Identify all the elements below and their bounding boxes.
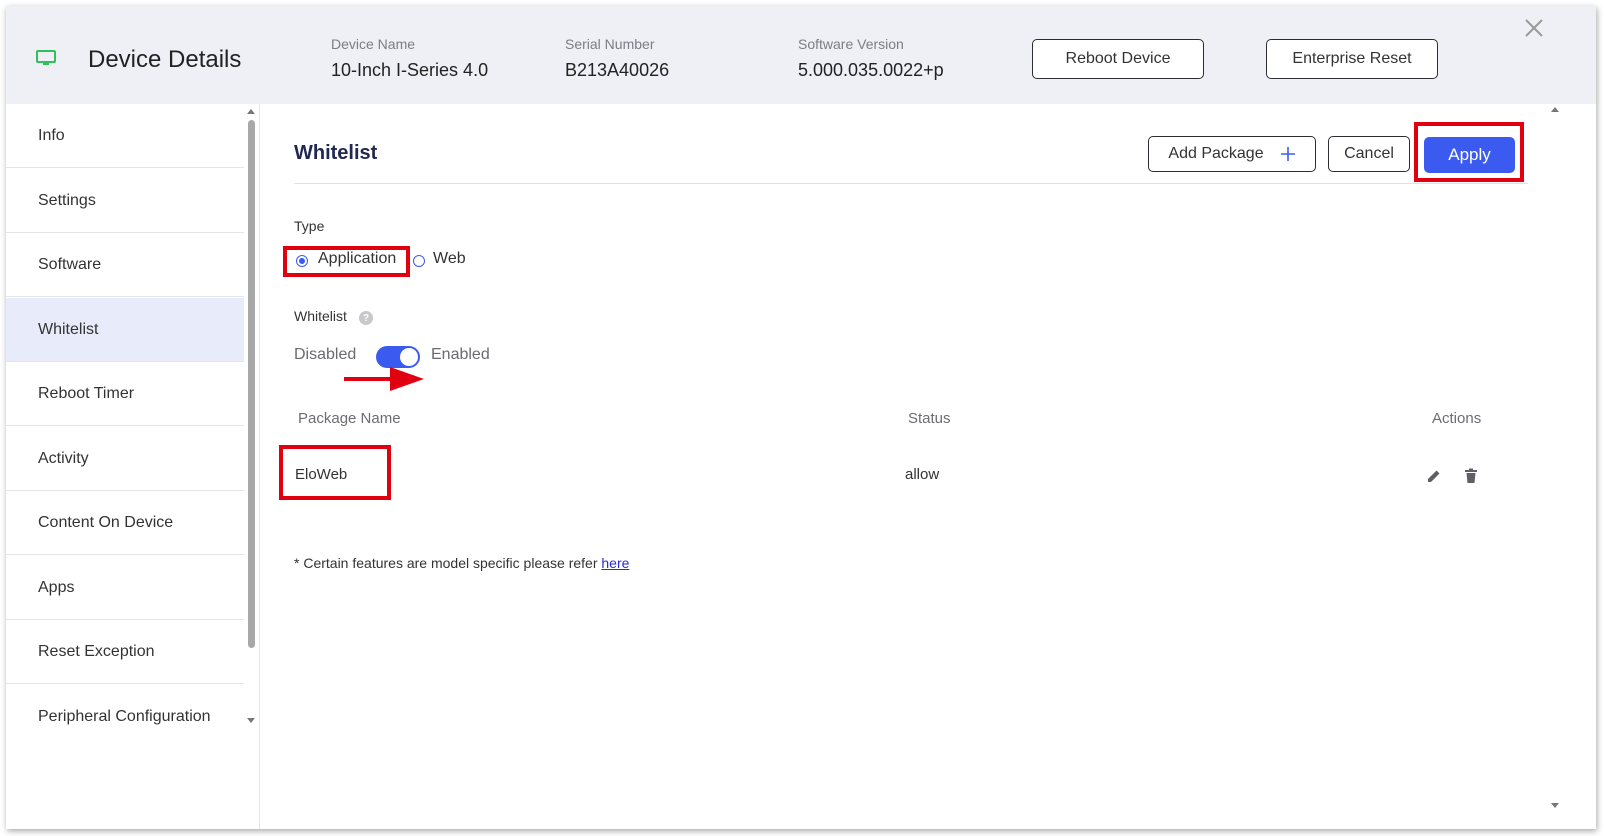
toggle-disabled-label: Disabled [294, 346, 357, 363]
software-version-label: Software Version [798, 36, 904, 52]
red-arrow-annotation-icon [344, 367, 424, 391]
highlight-box-package [279, 445, 391, 500]
section-title: Whitelist [294, 142, 378, 164]
toggle-enabled-label: Enabled [431, 346, 490, 363]
title-divider [294, 183, 1528, 184]
column-header-package-name: Package Name [298, 410, 401, 427]
device-details-dialog: Device Details Device Name 10-Inch I-Ser… [6, 6, 1596, 829]
trash-icon[interactable] [1464, 468, 1478, 484]
software-version-value: 5.000.035.0022+p [798, 60, 944, 80]
here-link[interactable]: here [601, 555, 629, 571]
main-scroll-down-arrow-icon[interactable] [1551, 803, 1559, 808]
device-name-value: 10-Inch I-Series 4.0 [331, 60, 489, 80]
sidebar-item-reset-exception[interactable]: Reset Exception [6, 620, 244, 684]
add-package-button[interactable]: Add Package [1148, 136, 1316, 172]
sidebar-item-info[interactable]: Info [6, 104, 244, 168]
reboot-device-button[interactable]: Reboot Device [1032, 39, 1204, 79]
help-icon[interactable]: ? [359, 311, 373, 325]
sidebar-item-apps[interactable]: Apps [6, 556, 244, 620]
device-name-label: Device Name [331, 36, 416, 52]
scroll-down-arrow-icon[interactable] [247, 718, 255, 723]
dialog-title: Device Details [88, 46, 242, 73]
radio-web[interactable] [413, 255, 425, 267]
sidebar-item-settings[interactable]: Settings [6, 169, 244, 233]
type-label: Type [294, 218, 325, 234]
sidebar-item-whitelist[interactable]: Whitelist [6, 298, 244, 362]
sidebar-item-activity[interactable]: Activity [6, 427, 244, 491]
model-note: * Certain features are model specific pl… [294, 555, 629, 571]
monitor-icon [36, 50, 56, 65]
enterprise-reset-button[interactable]: Enterprise Reset [1266, 39, 1438, 79]
sidebar-item-reboot-timer[interactable]: Reboot Timer [6, 362, 244, 426]
main-scroll-up-arrow-icon[interactable] [1551, 107, 1559, 112]
serial-number-block: Serial Number B213A40026 [565, 36, 669, 81]
sidebar-nav: Info Settings Software Whitelist Reboot … [6, 104, 244, 829]
whitelist-label: Whitelist [294, 308, 347, 324]
sidebar-item-peripheral-configuration[interactable]: Peripheral Configuration [6, 685, 244, 749]
highlight-box-apply [1414, 122, 1524, 182]
serial-number-label: Serial Number [565, 36, 655, 52]
radio-web-label[interactable]: Web [433, 250, 466, 268]
software-version-block: Software Version 5.000.035.0022+p [798, 36, 944, 81]
plus-icon [1280, 147, 1295, 161]
pencil-icon[interactable] [1426, 468, 1442, 484]
serial-number-value: B213A40026 [565, 60, 670, 80]
device-name-block: Device Name 10-Inch I-Series 4.0 [331, 36, 488, 81]
add-package-label: Add Package [1168, 145, 1264, 162]
sidebar-item-software[interactable]: Software [6, 233, 244, 297]
dialog-header: Device Details Device Name 10-Inch I-Ser… [6, 6, 1596, 104]
sidebar-item-content-on-device[interactable]: Content On Device [6, 491, 244, 555]
column-header-actions: Actions [1432, 410, 1482, 427]
cancel-button[interactable]: Cancel [1328, 136, 1410, 172]
close-icon[interactable] [1522, 16, 1546, 40]
row-status: allow [905, 466, 940, 483]
sidebar-scroll-thumb[interactable] [248, 120, 255, 648]
scroll-up-arrow-icon[interactable] [247, 109, 255, 114]
column-header-status: Status [908, 410, 951, 427]
highlight-box-application [283, 246, 410, 277]
model-note-text: * Certain features are model specific pl… [294, 555, 602, 571]
